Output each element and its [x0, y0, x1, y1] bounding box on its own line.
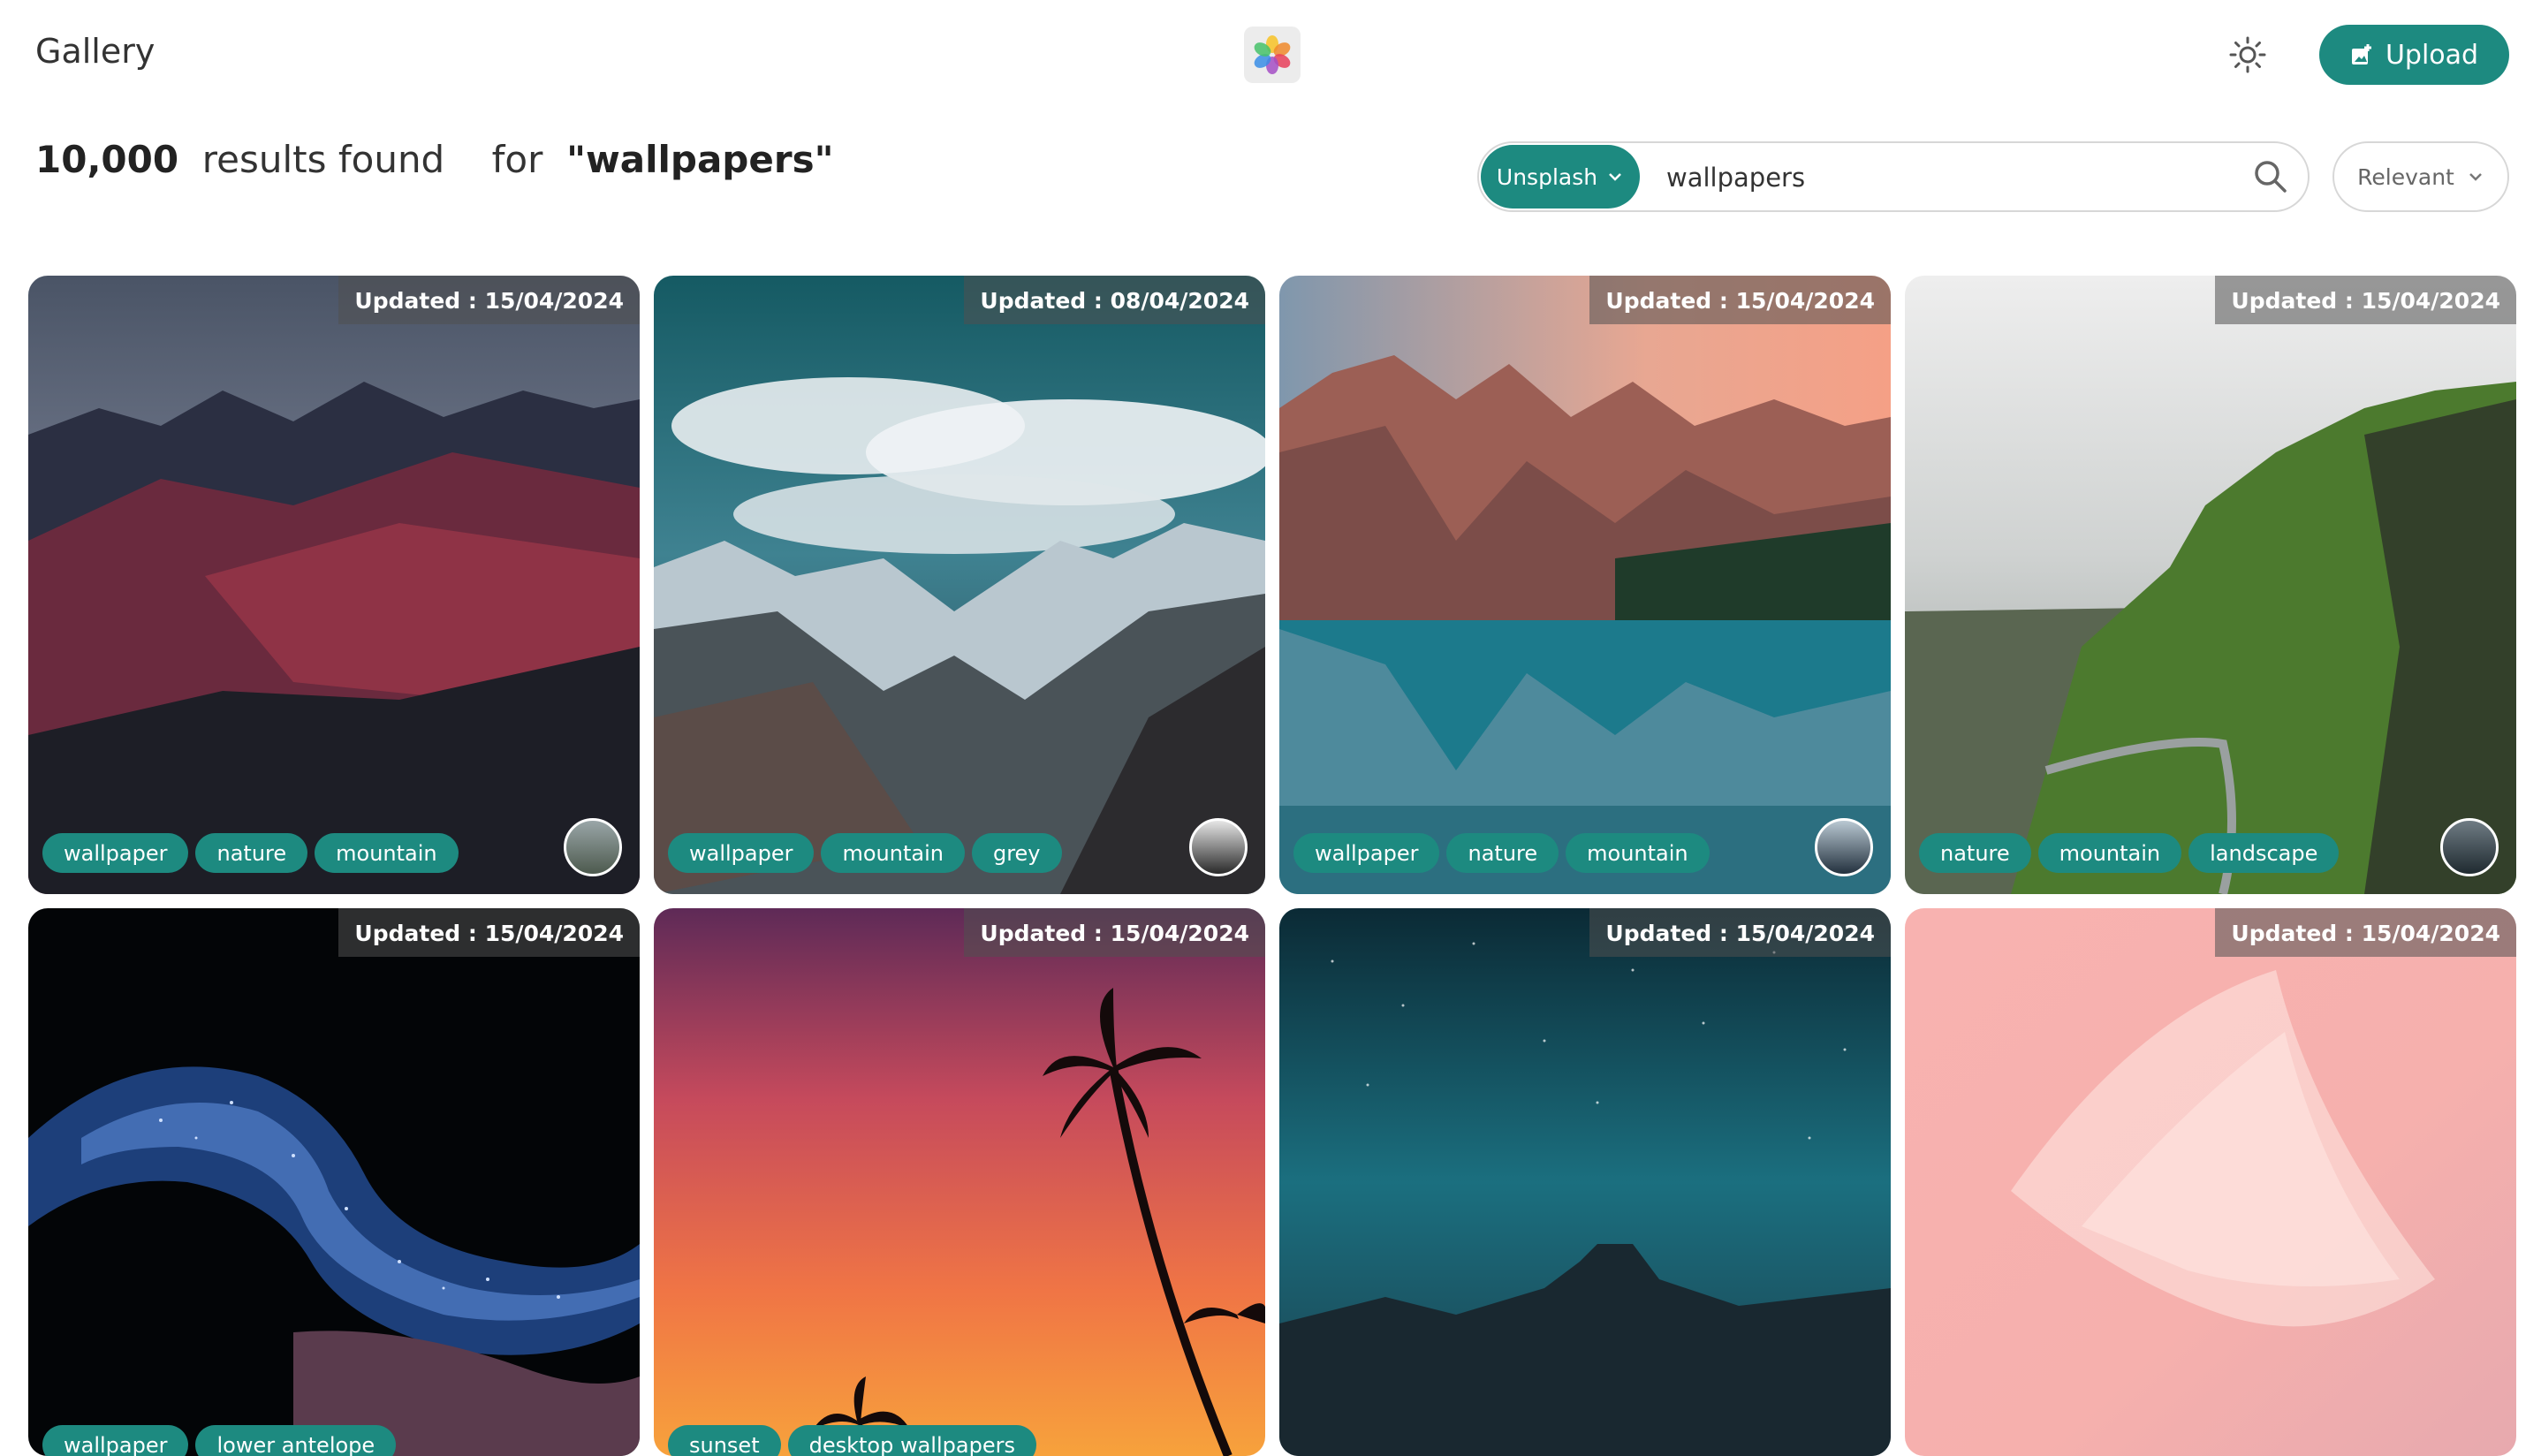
card-image — [1905, 908, 2516, 1456]
card-tags: nature mountain landscape — [1919, 833, 2340, 873]
theme-toggle-button[interactable] — [2219, 27, 2276, 83]
card-image — [28, 908, 640, 1456]
results-summary: 10,000 results found for "wallpapers" — [35, 138, 833, 181]
tag[interactable]: lower antelope — [195, 1425, 397, 1456]
tag[interactable]: desktop wallpapers — [787, 1425, 1036, 1456]
card-tags: wallpaper mountain grey — [668, 833, 1062, 873]
image-card[interactable]: Updated : 08/04/2024 wallpaper mountain … — [654, 276, 1265, 894]
image-card[interactable]: Updated : 15/04/2024 wallpaper lower ant… — [28, 908, 640, 1456]
avatar[interactable] — [1815, 818, 1873, 876]
card-date: Updated : 15/04/2024 — [2215, 908, 2516, 957]
card-date: Updated : 15/04/2024 — [338, 276, 640, 324]
tag[interactable]: mountain — [821, 833, 965, 873]
source-select-label: Unsplash — [1496, 163, 1598, 190]
results-count: 10,000 — [35, 138, 179, 181]
image-card[interactable]: Updated : 15/04/2024 — [1279, 908, 1891, 1456]
chevron-down-icon — [1609, 173, 1621, 181]
search-input[interactable] — [1665, 148, 2216, 207]
image-card[interactable]: Updated : 15/04/2024 wallpaper nature mo… — [1279, 276, 1891, 894]
card-image — [1279, 908, 1891, 1456]
sort-select[interactable]: Relevant — [2332, 141, 2509, 212]
results-query: "wallpapers" — [566, 138, 834, 181]
card-date: Updated : 15/04/2024 — [964, 908, 1265, 957]
card-date: Updated : 08/04/2024 — [964, 276, 1265, 324]
card-date: Updated : 15/04/2024 — [1589, 276, 1891, 324]
card-image — [28, 276, 640, 894]
tag[interactable]: mountain — [1566, 833, 1710, 873]
tag[interactable]: mountain — [2037, 833, 2182, 873]
avatar[interactable] — [564, 818, 622, 876]
flower-logo-icon[interactable] — [1244, 27, 1301, 83]
avatar[interactable] — [2440, 818, 2499, 876]
card-date: Updated : 15/04/2024 — [1589, 908, 1891, 957]
tag[interactable]: nature — [1919, 833, 2031, 873]
card-image — [1905, 276, 2516, 894]
tag[interactable]: wallpaper — [42, 833, 189, 873]
card-tags: wallpaper nature mountain — [1293, 833, 1710, 873]
tag[interactable]: wallpaper — [668, 833, 815, 873]
tag[interactable]: sunset — [668, 1425, 781, 1456]
tag[interactable]: landscape — [2188, 833, 2340, 873]
image-add-icon — [2351, 44, 2371, 64]
sort-select-label: Relevant — [2357, 163, 2454, 190]
source-select[interactable]: Unsplash — [1481, 145, 1640, 209]
chevron-down-icon — [2469, 173, 2482, 181]
card-date: Updated : 15/04/2024 — [338, 908, 640, 957]
card-date: Updated : 15/04/2024 — [2215, 276, 2516, 324]
upload-button[interactable]: Upload — [2319, 25, 2509, 85]
tag[interactable]: nature — [195, 833, 308, 873]
image-card[interactable]: Updated : 15/04/2024 — [1905, 908, 2516, 1456]
results-for-text: for — [491, 138, 543, 181]
image-card[interactable]: Updated : 15/04/2024 nature mountain lan… — [1905, 276, 2516, 894]
results-found-text: results found — [201, 138, 445, 181]
card-tags: sunset desktop wallpapers — [668, 1425, 1036, 1456]
tag[interactable]: wallpaper — [42, 1425, 189, 1456]
tag[interactable]: wallpaper — [1293, 833, 1440, 873]
image-card[interactable]: Updated : 15/04/2024 wallpaper nature mo… — [28, 276, 640, 894]
card-image — [654, 276, 1265, 894]
card-tags: wallpaper nature mountain — [42, 833, 459, 873]
search-icon[interactable] — [2251, 157, 2290, 196]
search-bar: Unsplash — [1477, 141, 2310, 212]
sun-icon — [2229, 36, 2266, 73]
card-image — [1279, 276, 1891, 894]
tag[interactable]: nature — [1446, 833, 1559, 873]
tag[interactable]: mountain — [315, 833, 459, 873]
image-card[interactable]: Updated : 15/04/2024 sunset desktop wall… — [654, 908, 1265, 1456]
app-title: Gallery — [35, 32, 155, 71]
tag[interactable]: grey — [971, 833, 1062, 873]
upload-label: Upload — [2385, 39, 2479, 71]
avatar[interactable] — [1189, 818, 1248, 876]
card-tags: wallpaper lower antelope — [42, 1425, 397, 1456]
card-image — [654, 908, 1265, 1456]
